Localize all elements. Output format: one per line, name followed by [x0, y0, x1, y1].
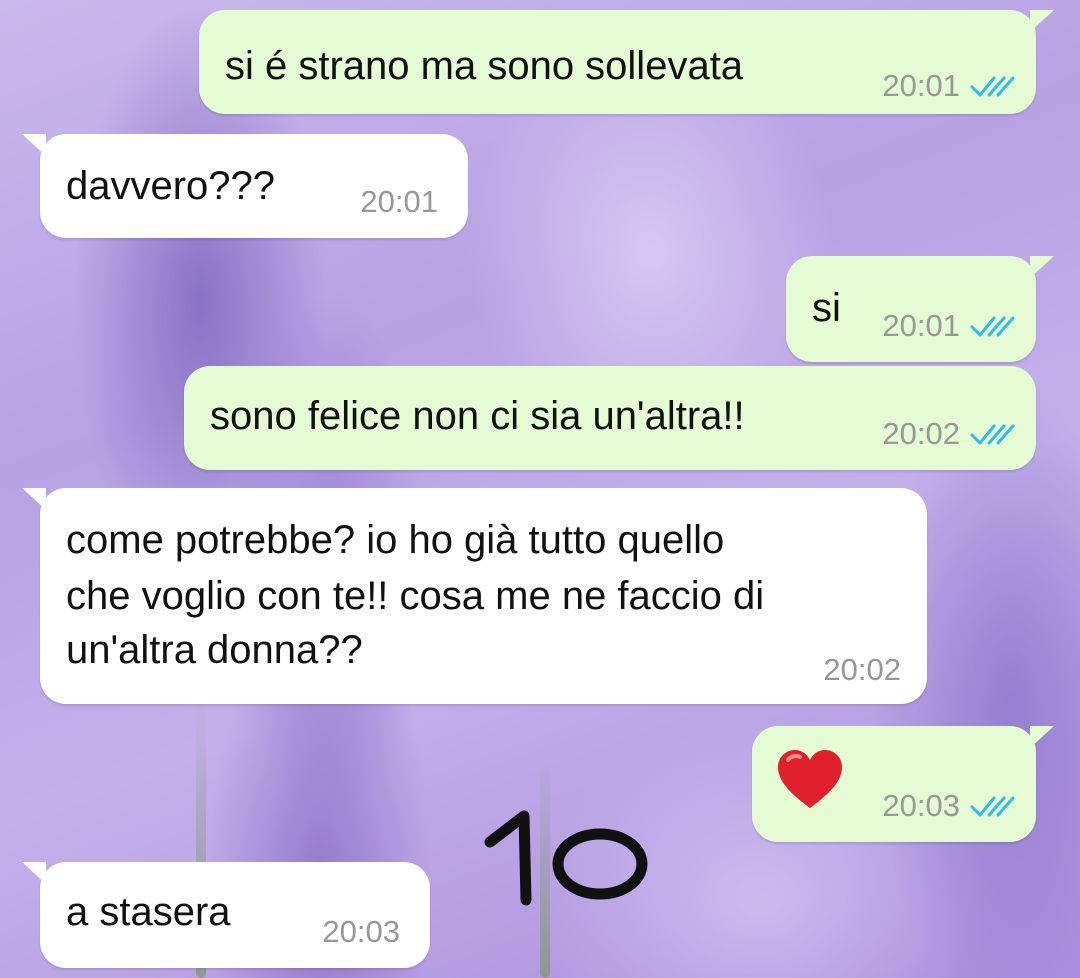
message-bubble-incoming[interactable]: come potrebbe? io ho già tutto quello ch… [22, 488, 927, 704]
double-check-read-icon [970, 424, 1015, 445]
message-meta: 20:02 [823, 652, 901, 688]
message-bubble-incoming[interactable]: a stasera 20:03 [22, 862, 430, 968]
message-bubble-outgoing[interactable]: sono felice non ci sia un'altra!! 20:02 [184, 366, 1036, 470]
message-bubble-outgoing[interactable]: si 20:01 [786, 256, 1054, 362]
message-text-line: come potrebbe? io ho già tutto quello [66, 518, 725, 562]
message-text: si é strano ma sono sollevata [225, 44, 744, 88]
message-meta: 20:03 [322, 914, 400, 950]
message-time: 20:01 [360, 184, 438, 219]
message-time: 20:02 [823, 652, 901, 687]
message-time: 20:01 [882, 308, 960, 343]
double-check-read-icon [970, 316, 1015, 337]
handwritten-page-number: 10 [484, 810, 648, 906]
message-text-line: che voglio con te!! cosa me ne faccio di [66, 574, 765, 618]
message-text: si [812, 286, 841, 330]
message-meta: 20:01 [882, 68, 1016, 104]
message-time: 20:03 [882, 788, 960, 823]
message-text: davvero??? [66, 164, 276, 208]
message-time: 20:02 [882, 416, 960, 451]
message-text: a stasera [66, 890, 231, 934]
message-meta: 20:02 [882, 416, 1016, 452]
double-check-read-icon [970, 796, 1015, 817]
red-heart-emoji-icon [778, 750, 842, 808]
message-bubble-outgoing[interactable]: si é strano ma sono sollevata 20:01 [199, 10, 1054, 114]
message-time: 20:03 [322, 914, 400, 949]
double-check-read-icon [970, 76, 1015, 97]
message-meta: 20:01 [360, 184, 438, 220]
message-bubble-incoming[interactable]: davvero??? 20:01 [22, 134, 468, 238]
message-meta: 20:01 [882, 308, 1016, 344]
message-bubble-outgoing[interactable]: 20:03 [752, 726, 1054, 842]
message-text-line: un'altra donna?? [66, 628, 363, 672]
message-meta: 20:03 [882, 788, 1016, 824]
message-time: 20:01 [882, 68, 960, 103]
message-text: sono felice non ci sia un'altra!! [210, 394, 745, 438]
